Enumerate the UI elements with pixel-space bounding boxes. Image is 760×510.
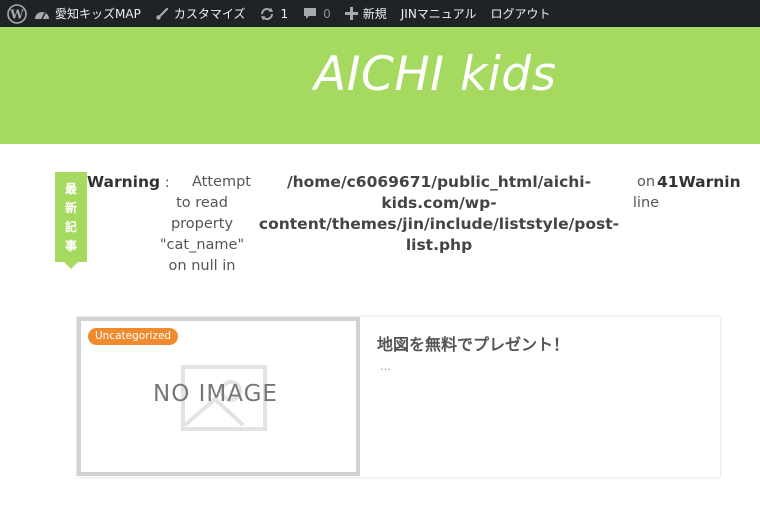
latest-posts-char: 事 [64, 239, 77, 253]
admin-bar-site-name[interactable]: 愛知キッズMAP [34, 0, 141, 27]
update-icon [259, 6, 275, 22]
warning-on: on [636, 174, 656, 190]
admin-bar-comments[interactable]: 0 [302, 0, 331, 27]
warning-line-number: 41 [657, 173, 679, 191]
post-title[interactable]: 地図を無料でプレゼント！ [377, 331, 569, 355]
new-label: 新規 [362, 7, 387, 21]
warning-path-line: list.php [405, 236, 473, 254]
category-badge[interactable]: Uncategorized [88, 328, 179, 345]
admin-bar-customize[interactable]: カスタマイズ [155, 0, 246, 27]
comments-count: 0 [323, 6, 331, 21]
admin-bar-jin-manual[interactable]: JINマニュアル [401, 0, 477, 27]
latest-posts-label: 最 新 記 事 [55, 172, 87, 262]
warning-path-line: /home/c6069671/public_html/aichi- [286, 173, 592, 191]
brush-icon [155, 7, 169, 21]
warning-trailing-label: Warnin [678, 173, 741, 191]
site-name-label: 愛知キッズMAP [55, 7, 141, 21]
svg-text:W: W [9, 7, 24, 21]
warning-path-line: kids.com/wp- [381, 194, 497, 212]
latest-posts-char: 最 [64, 182, 77, 196]
dashboard-icon [34, 7, 50, 21]
warning-line-number-cell: 41Warnin [657, 172, 741, 194]
admin-bar-updates[interactable]: 1 [259, 0, 288, 27]
logout-label: ログアウト [490, 7, 551, 21]
post-thumbnail[interactable]: Uncategorized NO IMAGE [77, 317, 360, 476]
warning-on-line: on line [632, 172, 660, 214]
jin-manual-label: JINマニュアル [400, 7, 477, 21]
latest-posts-char: 記 [64, 220, 77, 234]
warning-message-line: Attempt [192, 174, 251, 190]
admin-bar-logout[interactable]: ログアウト [490, 0, 550, 27]
post-excerpt: … [380, 360, 391, 373]
wordpress-logo-icon[interactable]: W [0, 0, 34, 27]
comment-icon [302, 6, 318, 21]
plus-icon [344, 7, 358, 20]
latest-posts-label-tip [64, 262, 78, 269]
warning-message-line: on null in [168, 258, 236, 274]
warning-message-line: "cat_name" [159, 237, 245, 253]
warning-file-path: /home/c6069671/public_html/aichi- kids.c… [244, 172, 634, 256]
warning-path-line: content/themes/jin/include/liststyle/pos… [258, 215, 620, 233]
warning-line-word: line [632, 195, 660, 211]
updates-count: 1 [280, 6, 289, 21]
admin-bar-new[interactable]: 新規 [344, 0, 387, 27]
latest-posts-char: 新 [64, 201, 77, 215]
warning-message-line: property [170, 216, 234, 232]
warning-label: Warning [87, 173, 161, 191]
admin-bar: W 愛知キッズMAP カスタマイズ 1 0 新規 JINマニュアル ログアウト [0, 0, 760, 27]
warning-message-line: to read [176, 195, 228, 211]
customize-label: カスタマイズ [173, 7, 246, 21]
warning-message: Attempt to read property "cat_name" on n… [152, 172, 252, 277]
site-header: AICHI kids [0, 27, 760, 144]
no-image-text: NO IMAGE [153, 381, 278, 407]
site-title[interactable]: AICHI kids [314, 47, 557, 102]
